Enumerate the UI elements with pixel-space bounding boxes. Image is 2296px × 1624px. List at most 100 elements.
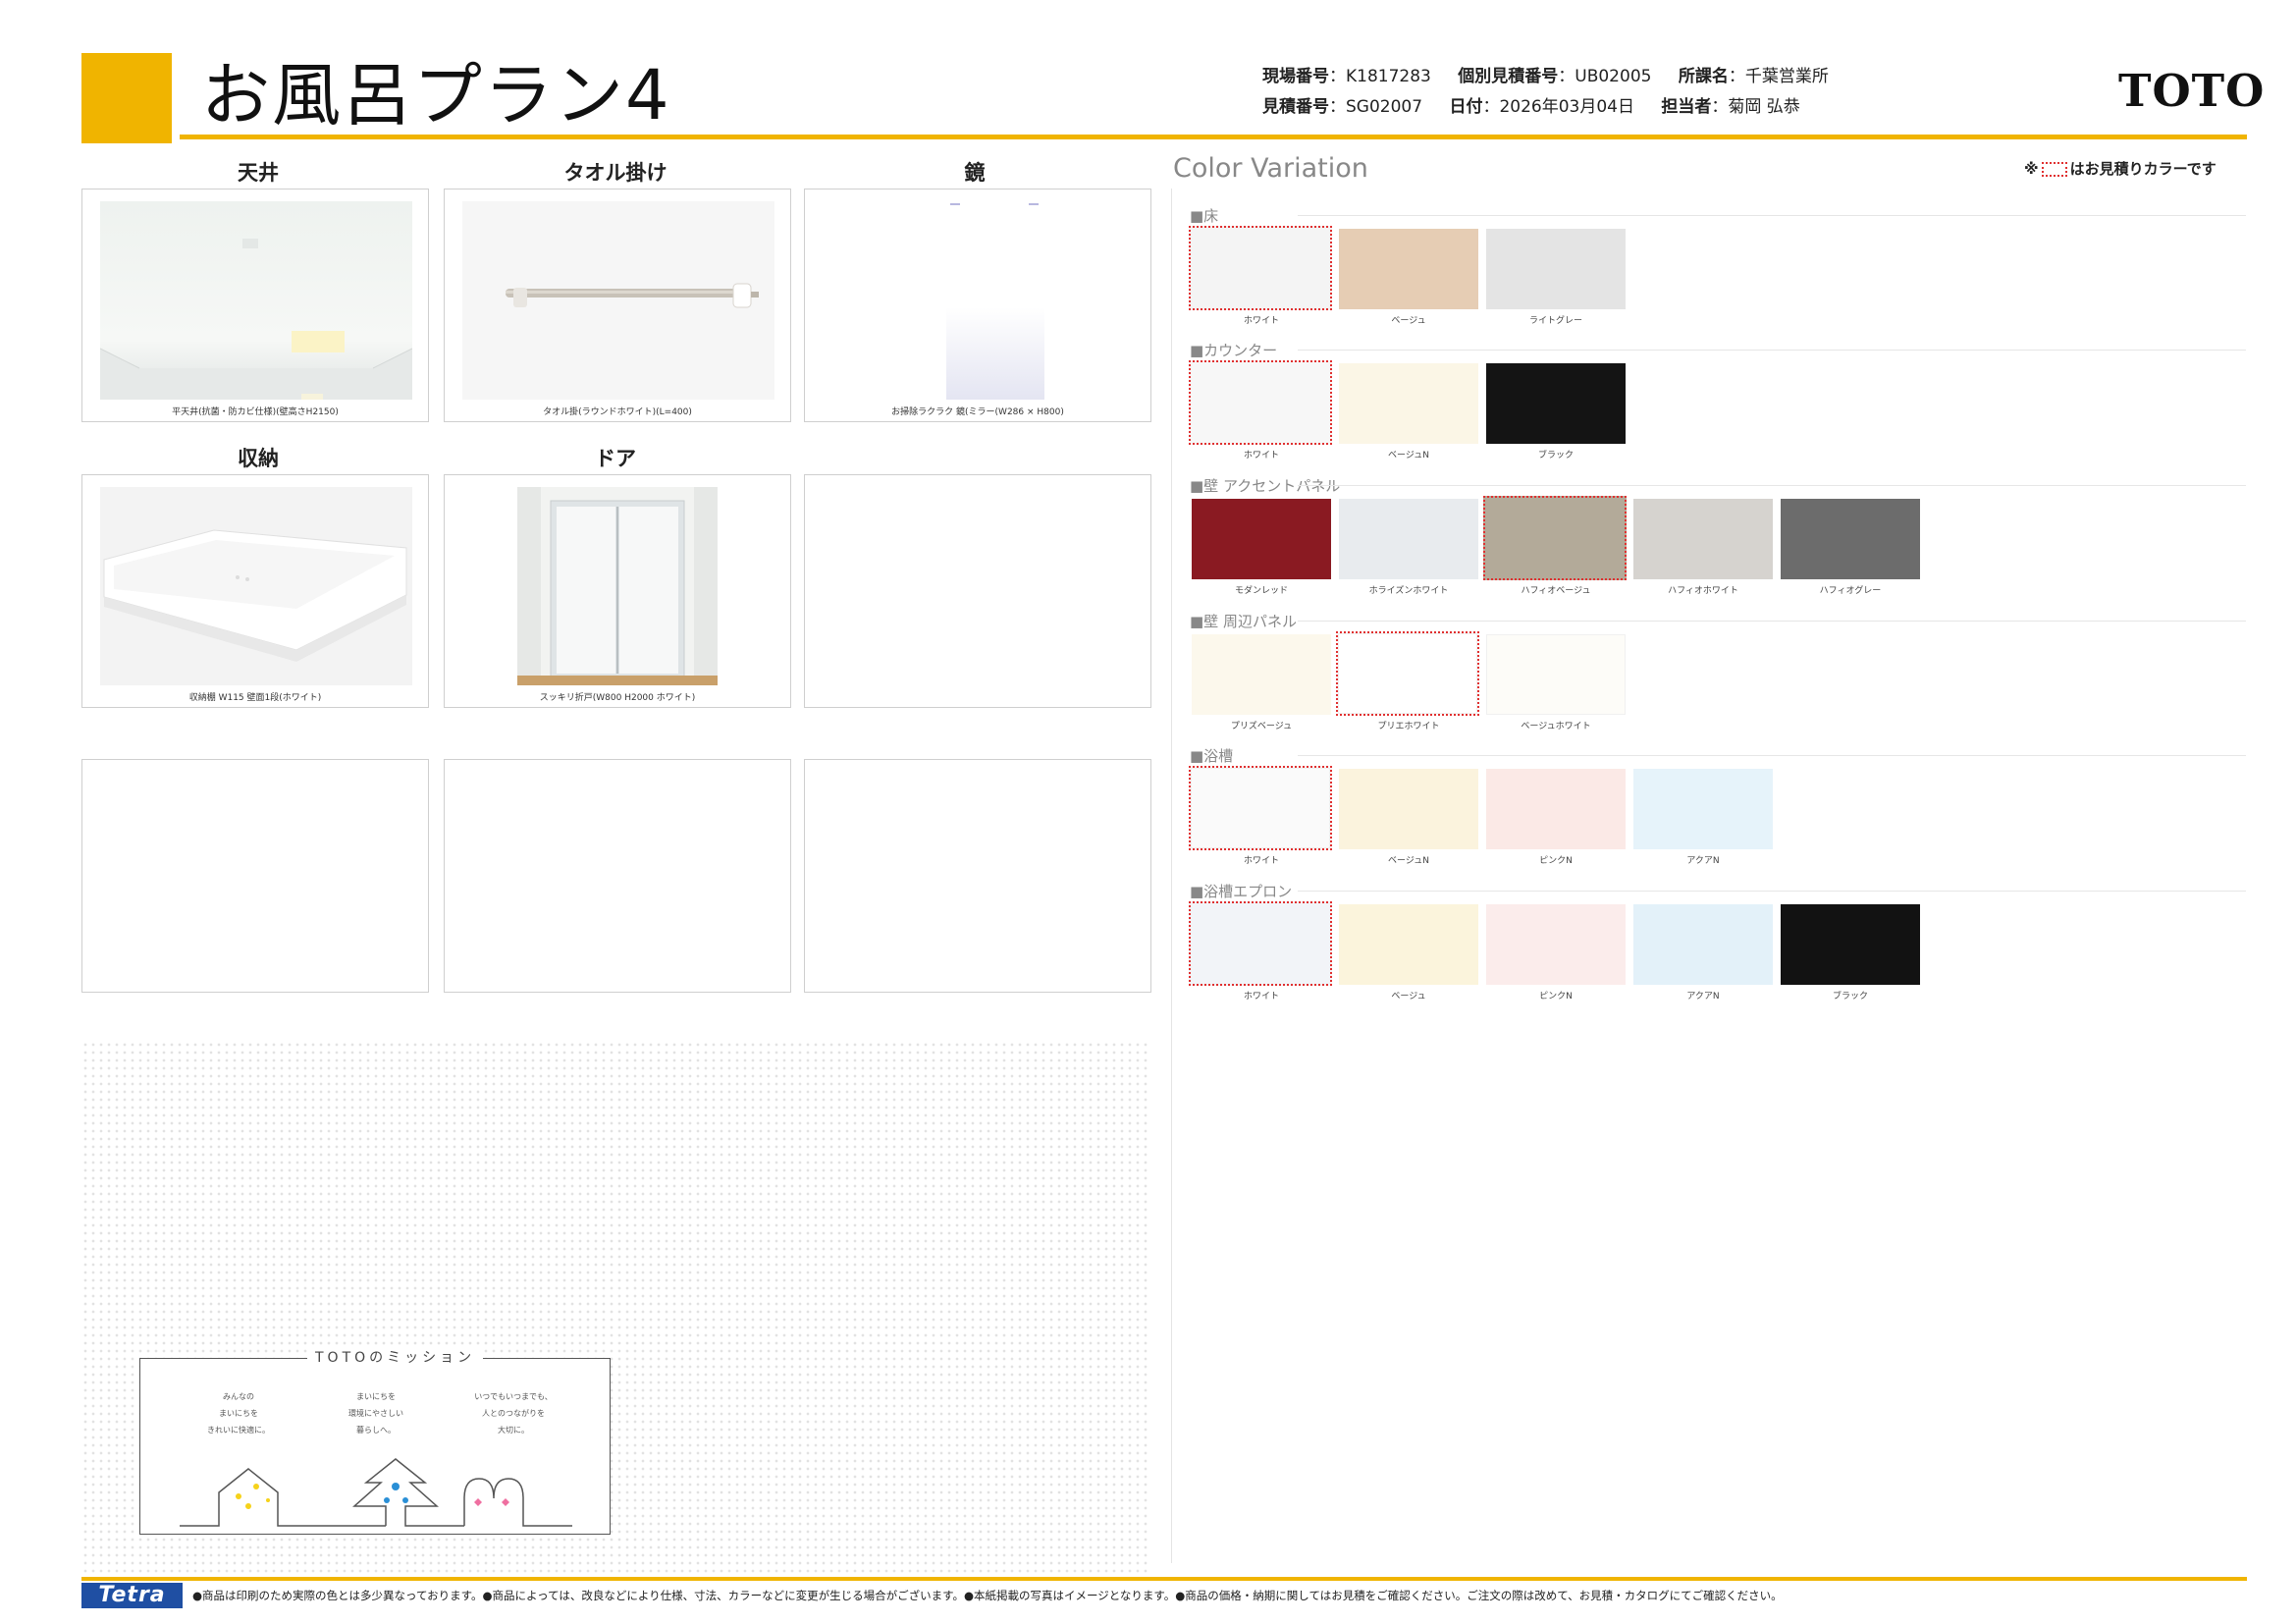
product-caption-mirror: お掃除ラクラク 鏡(ミラー(W286 × H800) — [891, 407, 1064, 417]
title-underline — [180, 135, 2247, 139]
towel-bar-image — [462, 201, 774, 400]
mission-title: TOTOのミッション — [307, 1347, 484, 1367]
color-swatch[interactable] — [1192, 499, 1331, 579]
section-divider — [1298, 891, 2246, 892]
product-label-mirror: 鏡 — [964, 161, 986, 185]
color-swatch-label: ベージュN — [1388, 451, 1429, 460]
product-label-ceiling: 天井 — [238, 161, 279, 185]
mission-text-1: みんなの まいにちを きれいに快適に。 — [207, 1392, 270, 1435]
color-swatch-label: ブラック — [1537, 451, 1574, 460]
color-swatch[interactable] — [1633, 904, 1773, 985]
color-swatch[interactable] — [1486, 769, 1626, 849]
note-suffix: はお見積りカラーです — [2069, 160, 2216, 178]
color-swatch-label: ベージュ — [1391, 316, 1426, 326]
color-swatch[interactable] — [1339, 229, 1478, 309]
tetra-logo: Tetra — [81, 1583, 183, 1608]
product-caption-storage: 収納棚 W115 壁面1段(ホワイト) — [188, 693, 322, 703]
color-section-heading: ■床 — [1190, 207, 1219, 225]
color-swatch-label: ブラック — [1832, 992, 1868, 1001]
toto-mission-box: TOTOのミッション みんなの まいにちを きれいに快適に。 まいにちを 環境に… — [139, 1347, 611, 1535]
product-card-towel-bar[interactable]: タオル掛(ラウンドホワイト)(L=400) — [444, 189, 791, 422]
color-swatch-label: ベージュ — [1391, 992, 1426, 1001]
color-swatch[interactable] — [1192, 634, 1331, 715]
color-swatch[interactable] — [1633, 499, 1773, 579]
color-swatch[interactable] — [1336, 631, 1479, 716]
brand-logo: TOTO — [2118, 65, 2266, 117]
site-no-value: ：K1817283 — [1329, 67, 1431, 86]
color-swatch-label: ベージュN — [1388, 856, 1429, 866]
color-swatch-label: ホワイト — [1243, 992, 1279, 1001]
product-label-door: ドア — [595, 447, 636, 470]
estimate-no-label: 見積番号 — [1262, 97, 1329, 117]
color-section-heading: ■浴槽 — [1190, 747, 1234, 765]
color-swatch-label: アクアN — [1686, 856, 1720, 866]
color-swatch-label: ホライズンホワイト — [1368, 586, 1449, 596]
color-swatch-label: ホワイト — [1243, 316, 1279, 326]
color-swatch[interactable] — [1189, 360, 1332, 445]
estimate-no-value: ：SG02007 — [1329, 97, 1423, 117]
product-caption-towel-bar: タオル掛(ラウンドホワイト)(L=400) — [543, 407, 692, 417]
color-swatch[interactable] — [1781, 904, 1920, 985]
color-swatch-label: ライトグレー — [1528, 316, 1582, 326]
person-label: 担当者 — [1661, 97, 1712, 117]
title-accent-block — [81, 53, 172, 143]
color-swatch[interactable] — [1781, 499, 1920, 579]
color-swatch[interactable] — [1339, 499, 1478, 579]
office-label: 所課名 — [1678, 67, 1729, 86]
section-divider — [1298, 621, 2246, 622]
product-caption-door: スッキリ折戸(W800 H2000 ホワイト) — [539, 693, 696, 703]
product-card-mirror[interactable]: お掃除ラクラク 鏡(ミラー(W286 × H800) — [804, 189, 1151, 422]
product-card-empty — [444, 759, 791, 993]
product-caption-ceiling: 平天井(抗菌・防カビ仕様)(壁高さH2150) — [172, 407, 339, 417]
color-swatch-label: ハフィオベージュ — [1521, 586, 1591, 596]
color-swatch[interactable] — [1486, 363, 1626, 444]
product-card-empty — [81, 759, 429, 993]
product-label-towel-bar: タオル掛け — [563, 161, 667, 185]
dotted-box-legend-icon — [2041, 162, 2067, 177]
color-swatch-label: ハフィオホワイト — [1668, 586, 1738, 596]
product-card-empty — [804, 474, 1151, 708]
color-swatch[interactable] — [1483, 496, 1627, 580]
note-prefix: ※ — [2024, 160, 2039, 178]
mirror-image — [823, 201, 1135, 400]
selected-color-note: ※ はお見積りカラーです — [2024, 158, 2216, 179]
office-value: ：千葉営業所 — [1728, 67, 1829, 86]
color-swatch[interactable] — [1189, 901, 1332, 986]
header-meta-row-1: 現場番号：K1817283 個別見積番号：UB02005 所課名：千葉営業所 — [1262, 65, 1829, 88]
color-swatch[interactable] — [1486, 229, 1626, 309]
color-swatch-label: プリズベージュ — [1230, 722, 1293, 731]
page-title: お風呂プラン4 — [201, 55, 671, 135]
header-meta-row-2: 見積番号：SG02007 日付：2026年03月04日 担当者：菊岡 弘恭 — [1262, 95, 1800, 119]
date-value: ：2026年03月04日 — [1482, 97, 1634, 117]
panel-divider — [1171, 189, 1172, 1563]
product-card-ceiling[interactable]: 平天井(抗菌・防カビ仕様)(壁高さH2150) — [81, 189, 429, 422]
estimate-indiv-label: 個別見積番号 — [1458, 67, 1559, 86]
color-swatch-label: ベージュホワイト — [1521, 722, 1591, 731]
color-variation-title: Color Variation — [1173, 153, 1368, 184]
color-swatch[interactable] — [1189, 766, 1332, 850]
storage-shelf-image — [100, 487, 412, 685]
estimate-indiv-value: ：UB02005 — [1558, 67, 1652, 86]
section-divider — [1298, 755, 2246, 756]
site-no-label: 現場番号 — [1262, 67, 1329, 86]
mission-illustration — [180, 1458, 572, 1527]
section-divider — [1298, 485, 2246, 486]
color-swatch[interactable] — [1339, 769, 1478, 849]
color-swatch-label: ピンクN — [1539, 992, 1573, 1001]
color-swatch-label: ハフィオグレー — [1819, 586, 1882, 596]
product-card-storage[interactable]: 収納棚 W115 壁面1段(ホワイト) — [81, 474, 429, 708]
color-swatch-label: ホワイト — [1243, 856, 1279, 866]
color-swatch[interactable] — [1339, 904, 1478, 985]
color-section-heading: ■壁 周辺パネル — [1190, 613, 1297, 630]
color-section-heading: ■カウンター — [1190, 342, 1278, 359]
color-swatch-label: ホワイト — [1243, 451, 1279, 460]
color-swatch[interactable] — [1486, 634, 1626, 715]
color-section-heading: ■浴槽エプロン — [1190, 883, 1293, 900]
color-swatch[interactable] — [1486, 904, 1626, 985]
section-divider — [1298, 350, 2246, 351]
ceiling-image — [100, 201, 412, 400]
product-card-door[interactable]: スッキリ折戸(W800 H2000 ホワイト) — [444, 474, 791, 708]
color-swatch[interactable] — [1633, 769, 1773, 849]
color-swatch[interactable] — [1339, 363, 1478, 444]
color-swatch[interactable] — [1189, 226, 1332, 310]
